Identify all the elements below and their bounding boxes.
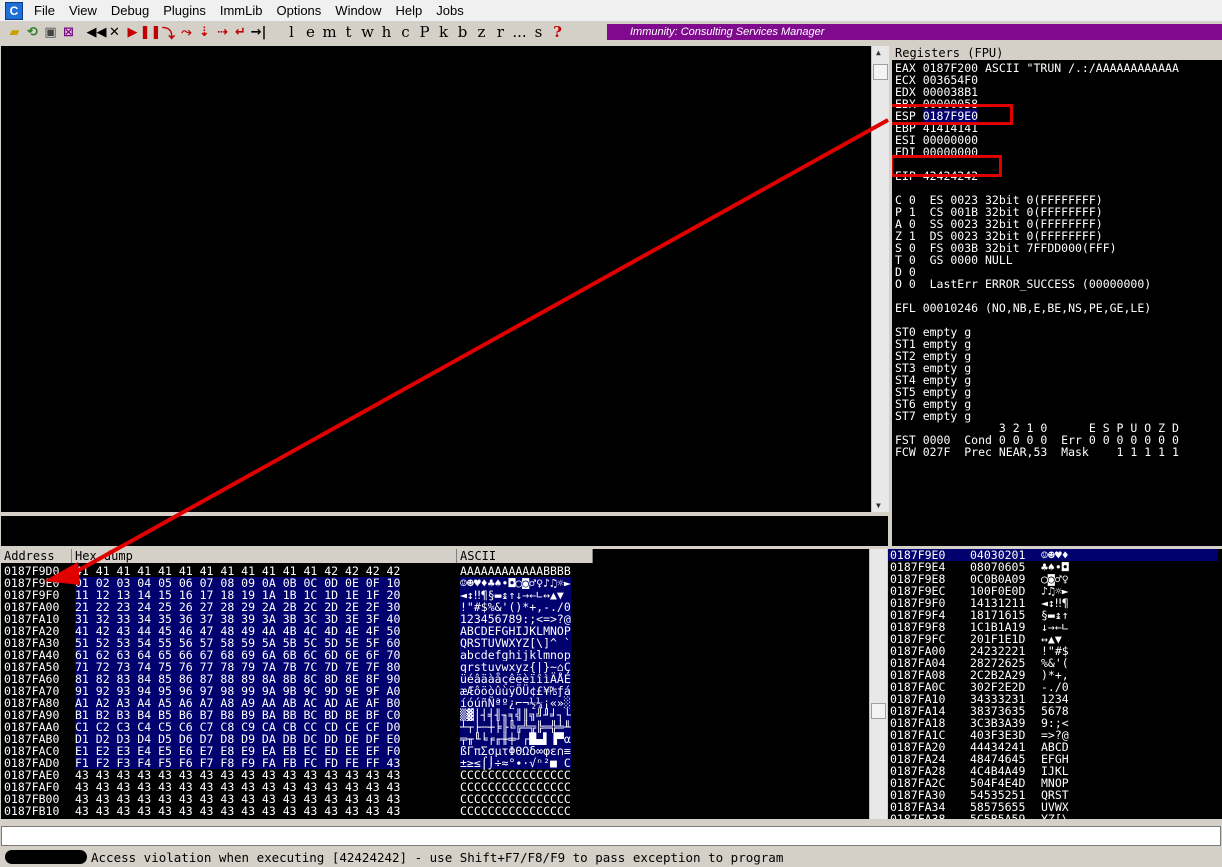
menu-debug[interactable]: Debug [104, 3, 156, 18]
toolbar-windows-button[interactable]: w [358, 23, 377, 41]
rewind-icon[interactable]: ◀◀ [87, 24, 107, 41]
toolbar-patches-button[interactable]: P [415, 23, 434, 41]
toolbar-source-button[interactable]: s [529, 23, 548, 41]
execute-till-return-icon[interactable]: ↵ [232, 24, 249, 41]
register-line[interactable]: EFL 00010246 (NO,NB,E,BE,NS,PE,GE,LE) [895, 302, 1151, 314]
pause-icon[interactable]: ❚❚ [140, 24, 162, 41]
dump-header-hex[interactable]: Hex dump [72, 549, 457, 563]
disassembly-scrollbar[interactable]: ▲ ▼ [871, 46, 889, 512]
toolbar-threads-button[interactable]: t [339, 23, 358, 41]
toolbar-breakpoints-button[interactable]: b [453, 23, 472, 41]
dump-scroll-thumb[interactable] [871, 703, 886, 719]
disassembly-scroll-thumb[interactable] [873, 64, 888, 80]
menu-view[interactable]: View [62, 3, 104, 18]
status-state-badge [5, 850, 87, 864]
toolbar-cpu-button[interactable]: c [396, 23, 415, 41]
close-icon[interactable]: ✕ [106, 24, 123, 41]
toolbar-help-button[interactable]: ? [548, 23, 567, 41]
dump-header-ascii[interactable]: ASCII [457, 549, 593, 563]
toolbar-executable-modules-button[interactable]: e [301, 23, 320, 41]
command-input[interactable] [1, 826, 1221, 846]
menu-bar: C File View Debug Plugins ImmLib Options… [0, 0, 1222, 22]
menu-help[interactable]: Help [389, 3, 430, 18]
stack-address: 0187FA38 [890, 812, 946, 819]
stack-pane[interactable]: 0187F9E0 04030201 ☺☻♥♦ 0187F9E4 08070605 ♣♠•◘… [888, 549, 1222, 819]
toolbar-call-stack-button[interactable]: k [434, 23, 453, 41]
disassembly-pane[interactable] [1, 46, 871, 512]
toolbar-memory-button[interactable]: m [320, 23, 339, 41]
hex-dump-pane[interactable]: Address Hex dump ASCII 0187F9D0 41 41 41 … [1, 549, 869, 819]
stack-value: 5C5B5A59 [970, 812, 1026, 819]
registers-title[interactable]: Registers (FPU) [892, 46, 1222, 60]
restart-icon[interactable]: ⟲ [24, 24, 41, 41]
dump-ascii-text: CCCCCCCCCCCCCCCC [460, 804, 571, 818]
dump-hex-bytes: 43 43 43 43 43 43 43 43 43 43 43 43 43 4… [75, 804, 401, 818]
dump-address: 0187FB10 [4, 804, 60, 818]
scroll-down-icon[interactable]: ▼ [876, 501, 881, 510]
toolbar-run-trace-button[interactable]: ... [510, 23, 529, 41]
consulting-banner: Immunity: Consulting Services Manager [607, 24, 1222, 40]
toolbar-references-button[interactable]: r [491, 23, 510, 41]
window-icon[interactable]: ▣ [42, 24, 59, 41]
run-icon[interactable]: ▶ [124, 24, 141, 41]
dump-scrollbar[interactable] [869, 549, 887, 819]
trace-into-icon[interactable]: ⇣ [196, 24, 213, 41]
status-message: Access violation when executing [4242424… [91, 850, 784, 865]
app-icon: C [5, 1, 23, 20]
step-into-icon[interactable]: ⤵ [160, 24, 177, 42]
eip-highlight-box [892, 155, 1002, 177]
info-pane [1, 516, 888, 546]
scroll-up-icon[interactable]: ▲ [876, 48, 881, 57]
menu-options[interactable]: Options [269, 3, 328, 18]
menu-immlib[interactable]: ImmLib [213, 3, 270, 18]
dump-row[interactable]: 0187FB10 43 43 43 43 43 43 43 43 43 43 43… [1, 805, 593, 817]
goto-icon[interactable]: →| [250, 24, 267, 41]
toolbar-z-button[interactable]: z [472, 23, 491, 41]
esp-highlight-box [892, 104, 1013, 125]
stack-comment: YZ[\ [1041, 812, 1069, 819]
open-folder-icon[interactable]: ▰ [6, 24, 23, 41]
toolbar-handles-button[interactable]: h [377, 23, 396, 41]
close-window-icon[interactable]: ⊠ [60, 24, 77, 41]
status-bar: Access violation when executing [4242424… [0, 848, 1222, 867]
step-over-icon[interactable]: ⤳ [178, 24, 195, 41]
menu-jobs[interactable]: Jobs [429, 3, 470, 18]
stack-row[interactable]: 0187FA38 5C5B5A59 YZ[\ [888, 813, 1218, 819]
menu-file[interactable]: File [27, 3, 62, 18]
trace-over-icon[interactable]: ⇢ [214, 24, 231, 41]
menu-plugins[interactable]: Plugins [156, 3, 213, 18]
dump-header-address[interactable]: Address [1, 549, 72, 563]
toolbar-log-button[interactable]: l [282, 23, 301, 41]
register-line[interactable]: FCW 027F Prec NEAR,53 Mask 1 1 1 1 1 [895, 446, 1179, 458]
menu-window[interactable]: Window [328, 3, 388, 18]
registers-pane[interactable]: Registers (FPU) EAX 0187F200 ASCII "TRUN… [892, 46, 1222, 546]
register-line[interactable]: O 0 LastErr ERROR_SUCCESS (00000000) [895, 278, 1151, 290]
